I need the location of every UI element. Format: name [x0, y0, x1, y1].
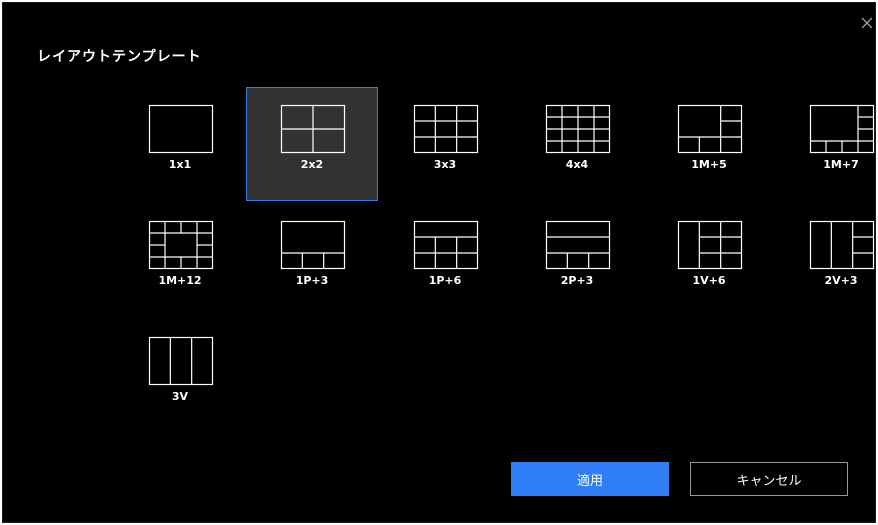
layout-template-2x2[interactable]: 2x2	[246, 87, 378, 201]
layout-template-2pp3[interactable]: 2P+3	[511, 203, 643, 317]
cancel-button[interactable]: キャンセル	[690, 462, 848, 496]
layout-template-label: 1P+6	[428, 274, 462, 287]
layout-template-label: 1P+3	[295, 274, 329, 287]
layout-preview-icon	[545, 104, 611, 154]
apply-button[interactable]: 適用	[511, 462, 669, 496]
layout-preview-icon	[413, 104, 479, 154]
layout-template-label: 3x3	[433, 158, 457, 171]
layout-template-label: 1x1	[168, 158, 192, 171]
layout-template-4x4[interactable]: 4x4	[511, 87, 643, 201]
layout-preview-icon	[809, 220, 875, 270]
layout-template-label: 1M+7	[823, 158, 859, 171]
layout-template-label: 3V	[171, 390, 189, 403]
layout-template-label: 2x2	[300, 158, 324, 171]
layout-preview-icon	[809, 104, 875, 154]
layout-template-3x3[interactable]: 3x3	[379, 87, 511, 201]
layout-template-label: 1M+5	[691, 158, 727, 171]
layout-preview-icon	[148, 336, 214, 386]
layout-template-1mp7[interactable]: 1M+7	[775, 87, 878, 201]
layout-template-1pp3[interactable]: 1P+3	[246, 203, 378, 317]
layout-template-label: 1V+6	[692, 274, 726, 287]
layout-preview-icon	[677, 220, 743, 270]
layout-preview-icon	[280, 104, 346, 154]
layout-preview-icon	[677, 104, 743, 154]
layout-template-label: 2P+3	[560, 274, 594, 287]
layout-preview-icon	[280, 220, 346, 270]
layout-template-1x1[interactable]: 1x1	[114, 87, 246, 201]
layout-preview-icon	[148, 104, 214, 154]
layout-template-label: 4x4	[565, 158, 589, 171]
layout-template-label: 2V+3	[824, 274, 858, 287]
layout-template-dialog: レイアウトテンプレート 1x1 2x2 3x3 4x4 1M+5 1M+7 1M+12 1P+…	[2, 2, 876, 523]
layout-preview-icon	[148, 220, 214, 270]
layout-template-1mp5[interactable]: 1M+5	[643, 87, 775, 201]
layout-template-1mp12[interactable]: 1M+12	[114, 203, 246, 317]
close-icon[interactable]	[860, 16, 874, 30]
layout-preview-icon	[545, 220, 611, 270]
layout-template-2vp3[interactable]: 2V+3	[775, 203, 878, 317]
layout-template-3v[interactable]: 3V	[114, 319, 246, 433]
layout-template-1pp6[interactable]: 1P+6	[379, 203, 511, 317]
dialog-title: レイアウトテンプレート	[37, 49, 202, 65]
layout-template-label: 1M+12	[158, 274, 202, 287]
layout-preview-icon	[413, 220, 479, 270]
layout-template-1vp6[interactable]: 1V+6	[643, 203, 775, 317]
